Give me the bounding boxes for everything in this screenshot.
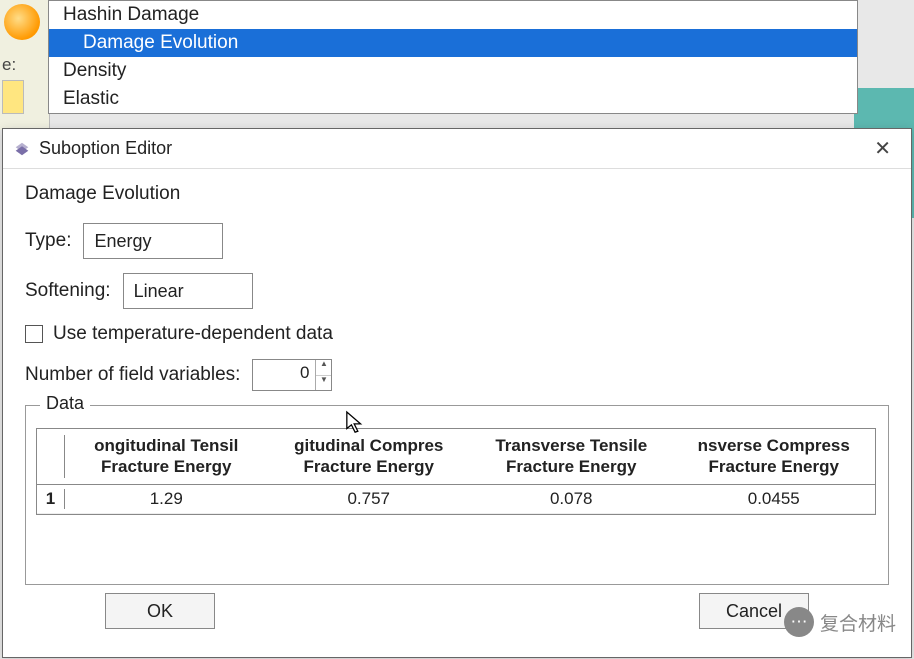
nfield-label: Number of field variables: bbox=[25, 364, 240, 386]
table-row[interactable]: 1 1.29 0.757 0.078 0.0455 bbox=[37, 485, 875, 514]
data-table[interactable]: ongitudinal TensilFracture Energy gitudi… bbox=[36, 428, 876, 515]
temp-dependent-checkbox[interactable] bbox=[25, 325, 43, 343]
wechat-icon: ⋯ bbox=[784, 607, 814, 637]
nfield-value: 0 bbox=[253, 360, 315, 390]
tool-icon-2[interactable] bbox=[2, 80, 24, 114]
section-title: Damage Evolution bbox=[25, 183, 889, 205]
bg-label: e: bbox=[2, 55, 16, 75]
spinner-down-icon[interactable]: ▼ bbox=[316, 376, 331, 391]
close-icon[interactable]: ✕ bbox=[864, 132, 901, 165]
nfield-spinner[interactable]: 0 ▲ ▼ bbox=[252, 359, 332, 391]
table-header: ongitudinal TensilFracture Energy gitudi… bbox=[37, 429, 875, 485]
softening-value: Linear bbox=[134, 281, 184, 302]
cell-2[interactable]: 0.757 bbox=[268, 489, 471, 509]
tool-icon[interactable] bbox=[4, 4, 40, 40]
data-legend: Data bbox=[40, 393, 90, 414]
material-behaviors-list[interactable]: Hashin Damage Damage Evolution Density E… bbox=[48, 0, 858, 114]
list-item-elastic[interactable]: Elastic bbox=[49, 85, 857, 113]
row-number: 1 bbox=[37, 489, 65, 509]
softening-label: Softening: bbox=[25, 280, 111, 302]
data-fieldset: Data ongitudinal TensilFracture Energy g… bbox=[25, 405, 889, 585]
temp-dependent-label: Use temperature-dependent data bbox=[53, 323, 333, 345]
list-item-density[interactable]: Density bbox=[49, 57, 857, 85]
watermark: ⋯ 复合材料 bbox=[784, 607, 896, 637]
cell-1[interactable]: 1.29 bbox=[65, 489, 268, 509]
col-header-3: Transverse TensileFracture Energy bbox=[470, 435, 673, 478]
cell-3[interactable]: 0.078 bbox=[470, 489, 673, 509]
list-item-damage-evolution[interactable]: Damage Evolution bbox=[49, 29, 857, 57]
col-header-4: nsverse CompressFracture Energy bbox=[673, 435, 876, 478]
suboption-editor-dialog: Suboption Editor ✕ Damage Evolution Type… bbox=[2, 128, 912, 658]
cell-4[interactable]: 0.0455 bbox=[673, 489, 876, 509]
watermark-text: 复合材料 bbox=[820, 609, 896, 636]
col-header-2: gitudinal CompresFracture Energy bbox=[268, 435, 471, 478]
type-value: Energy bbox=[94, 231, 151, 252]
app-icon bbox=[13, 140, 31, 158]
type-label: Type: bbox=[25, 230, 71, 252]
dialog-title: Suboption Editor bbox=[39, 138, 864, 159]
softening-select[interactable]: Linear bbox=[123, 273, 253, 309]
bg-toolbar: e: bbox=[0, 0, 50, 130]
titlebar: Suboption Editor ✕ bbox=[3, 129, 911, 169]
col-header-1: ongitudinal TensilFracture Energy bbox=[65, 435, 268, 478]
list-item-hashin[interactable]: Hashin Damage bbox=[49, 1, 857, 29]
spinner-up-icon[interactable]: ▲ bbox=[316, 360, 331, 376]
ok-button[interactable]: OK bbox=[105, 593, 215, 629]
dialog-content: Damage Evolution Type: Energy Softening:… bbox=[3, 169, 911, 637]
type-select[interactable]: Energy bbox=[83, 223, 223, 259]
